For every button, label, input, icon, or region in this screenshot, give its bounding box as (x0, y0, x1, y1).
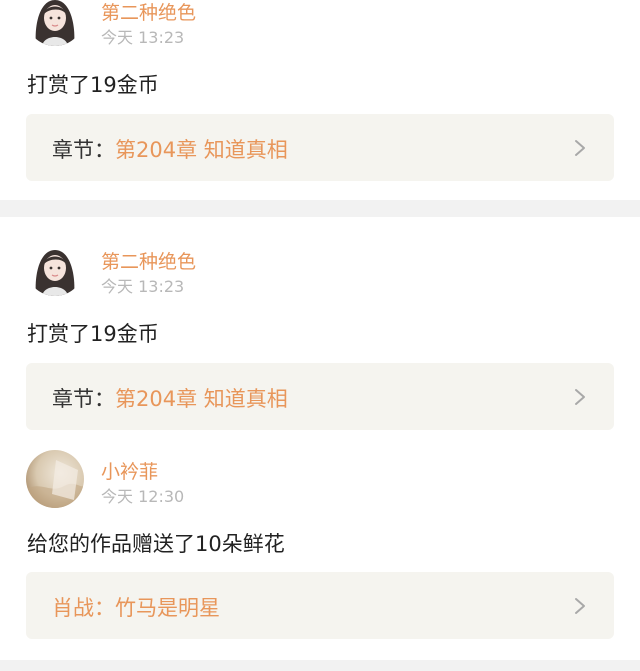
user-name[interactable]: 小衿菲 (101, 457, 158, 484)
girl-avatar-icon (26, 0, 84, 46)
girl-avatar-icon (26, 238, 84, 296)
chevron-right-icon (574, 388, 586, 406)
user-avatar[interactable] (26, 238, 84, 296)
chapter-ref: 章节：第204章 知道真相 (52, 134, 288, 164)
timestamp: 今天 13:23 (101, 277, 185, 296)
timestamp: 今天 13:23 (101, 28, 185, 47)
user-name[interactable]: 第二种绝色 (101, 0, 196, 25)
chevron-right-icon (574, 139, 586, 157)
message-text: 打赏了19金币 (27, 73, 159, 97)
photo-avatar-icon (26, 450, 84, 508)
message-text: 给您的作品赠送了10朵鲜花 (27, 532, 285, 556)
chapter-link-box[interactable]: 章节：第204章 知道真相 (26, 363, 614, 430)
feed-item: 小衿菲 今天 12:30 给您的作品赠送了10朵鲜花 肖战：竹马是明星 (0, 440, 640, 660)
chapter-label: 章节： (52, 387, 115, 411)
work-link-box[interactable]: 肖战：竹马是明星 (26, 572, 614, 639)
message-text: 打赏了19金币 (27, 322, 159, 346)
chevron-right-icon (574, 597, 586, 615)
feed-item: 第二种绝色 今天 13:23 打赏了19金币 章节：第204章 知道真相 (0, 217, 640, 442)
reward-feed: 第二种绝色 今天 13:23 打赏了19金币 章节：第204章 知道真相 第二种… (0, 0, 640, 671)
section-separator (0, 660, 640, 671)
chapter-ref: 章节：第204章 知道真相 (52, 383, 288, 413)
chapter-title: 第204章 知道真相 (115, 138, 288, 162)
timestamp: 今天 12:30 (101, 487, 185, 506)
user-avatar[interactable] (26, 0, 84, 46)
work-title: 肖战：竹马是明星 (52, 596, 220, 620)
work-ref: 肖战：竹马是明星 (52, 592, 220, 622)
user-avatar[interactable] (26, 450, 84, 508)
feed-item: 第二种绝色 今天 13:23 打赏了19金币 章节：第204章 知道真相 (0, 0, 640, 200)
chapter-link-box[interactable]: 章节：第204章 知道真相 (26, 114, 614, 181)
chapter-label: 章节： (52, 138, 115, 162)
section-separator (0, 200, 640, 217)
chapter-title: 第204章 知道真相 (115, 387, 288, 411)
user-name[interactable]: 第二种绝色 (101, 247, 196, 274)
